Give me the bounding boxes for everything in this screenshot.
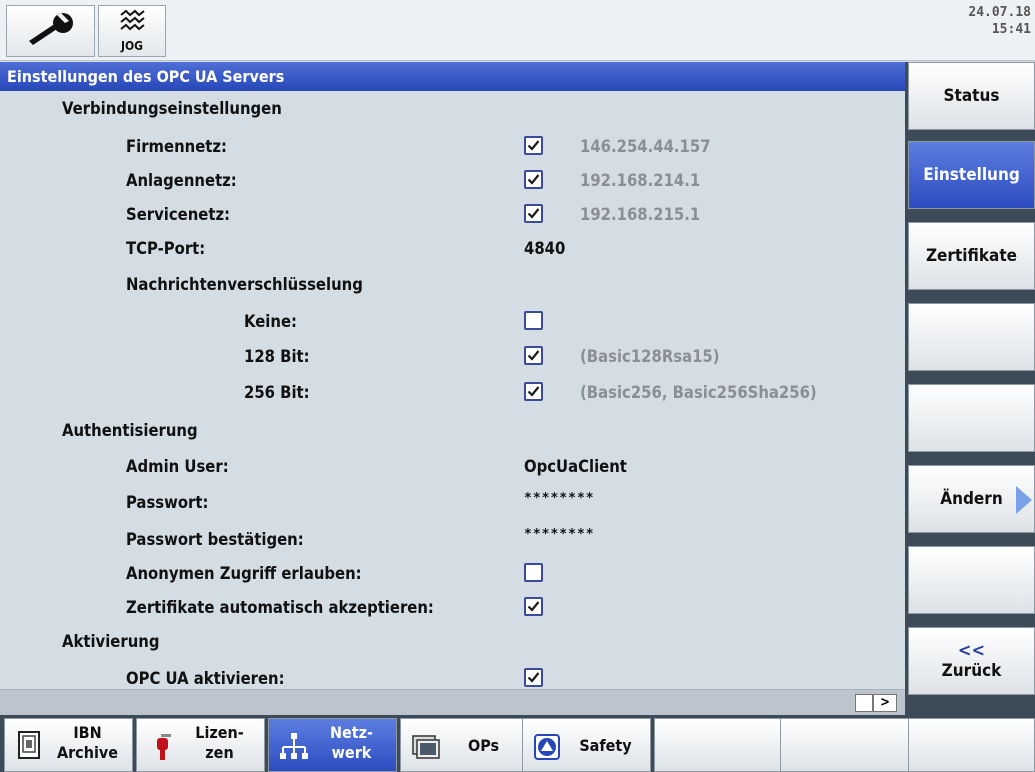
anonymous-access-checkbox[interactable] (524, 563, 543, 582)
bit256-checkbox[interactable] (524, 382, 543, 401)
bit256-label: 256 Bit: (244, 383, 310, 402)
firmennetz-ip: 146.254.44.157 (580, 137, 711, 156)
checkmark-icon (527, 208, 540, 219)
admin-user-value[interactable]: OpcUaClient (524, 452, 627, 482)
status-softkey-label: Status (943, 86, 1000, 106)
tcp-port-value[interactable]: 4840 (524, 234, 565, 264)
ops-label: OPs (467, 735, 500, 755)
anlagennetz-ip: 192.168.214.1 (580, 171, 701, 190)
bit128-label: 128 Bit: (244, 347, 310, 366)
netzwerk-softkey[interactable]: Netz- werk (268, 718, 397, 772)
password-confirm-value[interactable]: ******** (524, 520, 595, 550)
zurueck-softkey-label: Zurück (941, 661, 1002, 681)
horizontal-softkey-bar: IBN Archive Lizen- zen Netz- werk OPs Sa… (0, 715, 1035, 772)
empty-hsoftkey-7[interactable] (780, 718, 909, 772)
ibn-archive-label-line2: Archive (56, 743, 119, 762)
datetime-display: 24.07.18 15:41 (968, 4, 1031, 38)
firmennetz-checkbox[interactable] (524, 136, 543, 155)
anonymous-access-label: Anonymen Zugriff erlauben: (126, 564, 362, 583)
servicenetz-label: Servicenetz: (126, 205, 231, 224)
bit128-checkbox[interactable] (524, 346, 543, 365)
settings-panel: Verbindungseinstellungen Firmennetz: 146… (0, 91, 905, 689)
servicenetz-checkbox[interactable] (524, 204, 543, 223)
checkmark-icon (527, 174, 540, 185)
lizenzen-label: Lizen- zen (181, 723, 258, 763)
safety-label: Safety (579, 735, 632, 755)
status-bar: > (0, 689, 905, 715)
operator-panel-icon (412, 735, 440, 759)
zertifikate-softkey[interactable]: Zertifikate (908, 222, 1035, 290)
header-bar: JOG 24.07.18 15:41 (0, 0, 1035, 61)
einstellung-softkey[interactable]: Einstellung (908, 141, 1035, 209)
date-text: 24.07.18 (968, 5, 1031, 20)
license-icon (157, 734, 171, 760)
safety-softkey[interactable]: Safety (522, 718, 651, 772)
lizenzen-label-line1: Lizen- (195, 723, 244, 742)
time-text: 15:41 (991, 22, 1031, 37)
bit256-value: (Basic256, Basic256Sha256) (580, 383, 817, 402)
vertical-softkey-bar: Status Einstellung Zertifikate Ändern <<… (905, 62, 1035, 715)
bit128-value: (Basic128Rsa15) (580, 347, 720, 366)
lizenzen-softkey[interactable]: Lizen- zen (136, 718, 265, 772)
auto-accept-certs-label: Zertifikate automatisch akzeptieren: (126, 598, 434, 617)
empty-hsoftkey-8[interactable] (908, 718, 1035, 772)
checkmark-icon (527, 601, 540, 612)
netzwerk-label: Netz- werk (313, 723, 390, 763)
auto-accept-certs-checkbox[interactable] (524, 597, 543, 616)
netzwerk-label-line2: werk (331, 743, 372, 762)
section-activation-heading: Aktivierung (62, 632, 160, 651)
jog-mode-indicator[interactable]: JOG (98, 5, 166, 57)
section-auth-heading: Authentisierung (62, 421, 198, 440)
checkmark-icon (527, 350, 540, 361)
aendern-softkey[interactable]: Ändern (908, 465, 1035, 533)
ibn-archive-label: IBN Archive (49, 723, 126, 763)
section-connection-heading: Verbindungseinstellungen (62, 99, 282, 118)
right-arrow-icon (1016, 486, 1032, 514)
scroll-left-button[interactable] (855, 694, 873, 712)
password-label: Passwort: (126, 493, 209, 512)
ops-softkey[interactable]: OPs (400, 718, 529, 772)
password-value[interactable]: ******** (524, 484, 595, 514)
empty-softkey-4[interactable] (908, 303, 1035, 371)
servicenetz-ip: 192.168.215.1 (580, 205, 701, 224)
encryption-heading: Nachrichtenverschlüsselung (126, 275, 363, 294)
admin-user-label: Admin User: (126, 457, 229, 476)
hmi-screen: JOG 24.07.18 15:41 Einstellungen des OPC… (0, 0, 1035, 772)
scroll-right-button[interactable]: > (873, 694, 897, 712)
tcp-port-label: TCP-Port: (126, 239, 206, 258)
zurueck-softkey[interactable]: << Zurück (908, 627, 1035, 695)
opc-ua-activate-checkbox[interactable] (524, 668, 543, 687)
keine-label: Keine: (244, 312, 297, 331)
double-left-arrow-icon: << (957, 640, 986, 661)
lizenzen-label-line2: zen (205, 743, 234, 762)
zertifikate-softkey-label: Zertifikate (925, 246, 1018, 266)
netzwerk-label-line1: Netz- (329, 723, 374, 742)
checkmark-icon (527, 386, 540, 397)
ibn-archive-softkey[interactable]: IBN Archive (4, 718, 133, 772)
archive-icon (18, 731, 40, 759)
anlagennetz-label: Anlagennetz: (126, 171, 237, 190)
einstellung-softkey-label: Einstellung (923, 165, 1020, 185)
status-softkey[interactable]: Status (908, 62, 1035, 130)
jog-wave-icon (120, 9, 145, 31)
anlagennetz-checkbox[interactable] (524, 170, 543, 189)
wrench-icon[interactable] (6, 5, 95, 57)
network-icon (280, 733, 308, 759)
empty-hsoftkey-6[interactable] (654, 718, 783, 772)
password-confirm-label: Passwort bestätigen: (126, 530, 304, 549)
checkmark-icon (527, 672, 540, 683)
empty-softkey-7[interactable] (908, 546, 1035, 614)
checkmark-icon (527, 140, 540, 151)
firmennetz-label: Firmennetz: (126, 137, 227, 156)
keine-checkbox[interactable] (524, 311, 543, 330)
safety-icon (534, 734, 560, 760)
ibn-archive-label-line1: IBN (73, 723, 102, 742)
page-title: Einstellungen des OPC UA Servers (0, 62, 905, 91)
empty-softkey-5[interactable] (908, 384, 1035, 452)
aendern-softkey-label: Ändern (940, 489, 1003, 509)
jog-label: JOG (120, 39, 144, 53)
